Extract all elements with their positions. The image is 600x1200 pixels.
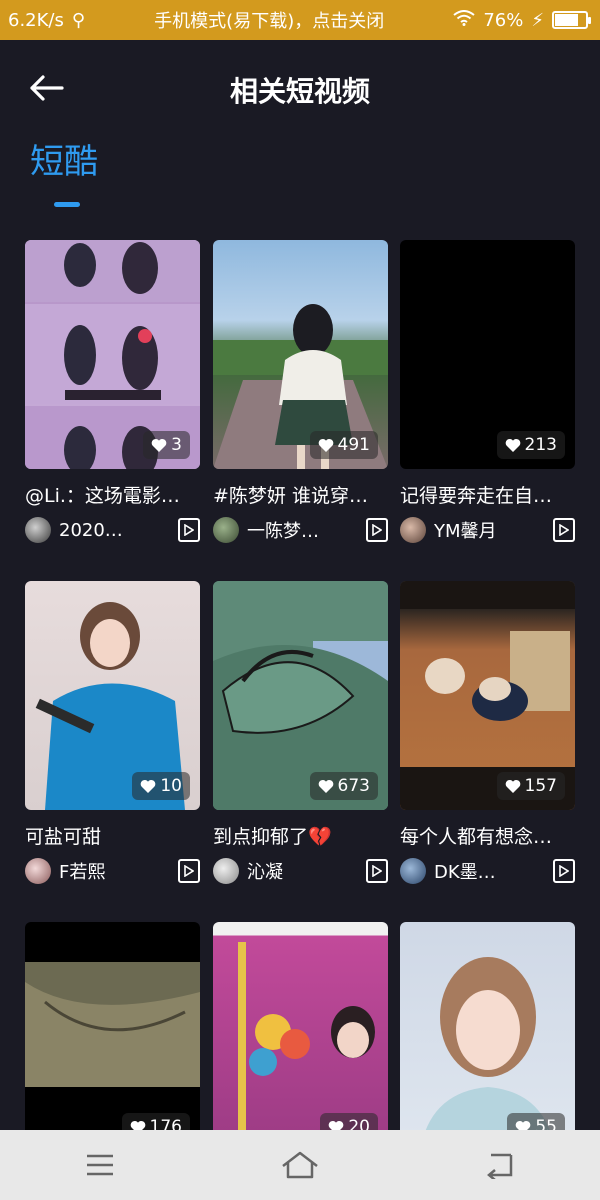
back-nav-button[interactable] bbox=[470, 1140, 530, 1190]
video-card[interactable]: 673 到点抑郁了💔 沁凝 bbox=[213, 581, 388, 885]
video-thumbnail[interactable]: 673 bbox=[213, 581, 388, 810]
avatar[interactable] bbox=[25, 517, 51, 543]
battery-percent: 76% bbox=[483, 9, 524, 31]
author-name[interactable]: 一陈梦… bbox=[247, 517, 319, 543]
video-thumbnail[interactable]: 213 bbox=[400, 240, 575, 469]
author-row: 一陈梦… bbox=[213, 516, 388, 544]
top-bar: 相关短视频 bbox=[0, 40, 600, 136]
video-card[interactable]: 157 每个人都有想念… DK墨… bbox=[400, 581, 575, 885]
video-card[interactable]: 10 可盐可甜 F若熙 bbox=[25, 581, 200, 885]
video-icon[interactable] bbox=[366, 518, 388, 542]
video-thumbnail[interactable]: 20 bbox=[213, 922, 388, 1151]
video-title: @Li.：这场電影… bbox=[25, 485, 180, 507]
like-count: 157 bbox=[524, 776, 557, 796]
like-count: 3 bbox=[171, 435, 182, 455]
video-card[interactable]: 55 bbox=[400, 922, 575, 1151]
like-count: 213 bbox=[524, 435, 557, 455]
battery-icon bbox=[551, 11, 591, 29]
home-button[interactable] bbox=[270, 1140, 330, 1190]
author-name[interactable]: YM馨月 bbox=[434, 517, 497, 543]
like-count-badge: 213 bbox=[496, 431, 565, 459]
video-title: 可盐可甜 bbox=[25, 826, 102, 848]
author-row: YM馨月 bbox=[400, 516, 575, 544]
author-row: 沁凝 bbox=[213, 857, 388, 885]
video-title: #陈梦妍 谁说穿… bbox=[213, 485, 368, 507]
author-name[interactable]: DK墨… bbox=[434, 858, 496, 884]
menu-button[interactable] bbox=[70, 1140, 130, 1190]
like-count-badge: 673 bbox=[309, 772, 378, 800]
video-card[interactable]: 3 @Li.：这场電影… 2020… bbox=[25, 240, 200, 544]
video-title: 记得要奔走在自… bbox=[400, 485, 553, 507]
tab-indicator bbox=[54, 202, 80, 207]
video-thumbnail[interactable]: 10 bbox=[25, 581, 200, 810]
mode-notice[interactable]: 手机模式(易下载)，点击关闭 bbox=[154, 7, 384, 33]
heart-icon bbox=[141, 779, 156, 793]
author-row: DK墨… bbox=[400, 857, 575, 885]
heart-icon bbox=[318, 779, 333, 793]
video-card[interactable]: 20 bbox=[213, 922, 388, 1151]
video-card[interactable]: 176 bbox=[25, 922, 200, 1151]
video-title: 到点抑郁了💔 bbox=[213, 826, 332, 848]
return-icon bbox=[487, 1153, 513, 1179]
video-card[interactable]: 213 记得要奔走在自… YM馨月 bbox=[400, 240, 575, 544]
like-count: 10 bbox=[160, 776, 182, 796]
video-icon[interactable] bbox=[178, 518, 200, 542]
like-count-badge: 157 bbox=[496, 772, 565, 800]
home-icon bbox=[282, 1151, 318, 1179]
wifi-icon bbox=[453, 9, 475, 31]
avatar[interactable] bbox=[400, 517, 426, 543]
like-count-badge: 491 bbox=[309, 431, 378, 459]
charging-icon: ⚡ bbox=[531, 9, 544, 31]
system-nav-bar bbox=[0, 1130, 600, 1200]
author-name[interactable]: 2020… bbox=[59, 520, 123, 541]
avatar[interactable] bbox=[213, 517, 239, 543]
heart-icon bbox=[151, 438, 167, 452]
menu-icon bbox=[87, 1154, 113, 1176]
author-row: 2020… bbox=[25, 516, 200, 544]
author-name[interactable]: 沁凝 bbox=[247, 858, 283, 884]
video-title: 每个人都有想念… bbox=[400, 826, 553, 848]
like-count: 491 bbox=[337, 435, 370, 455]
video-icon[interactable] bbox=[178, 859, 200, 883]
heart-icon bbox=[318, 438, 333, 452]
like-count-badge: 3 bbox=[143, 431, 190, 459]
tab-duanku[interactable]: 短酷 bbox=[30, 134, 98, 183]
video-icon[interactable] bbox=[553, 518, 575, 542]
like-count: 673 bbox=[337, 776, 370, 796]
video-thumbnail[interactable]: 3 bbox=[25, 240, 200, 469]
network-speed: 6.2K/s bbox=[8, 9, 64, 31]
video-thumbnail[interactable]: 55 bbox=[400, 922, 575, 1151]
like-count-badge: 10 bbox=[132, 772, 190, 800]
usb-icon: ⚲ bbox=[71, 9, 86, 31]
avatar[interactable] bbox=[25, 858, 51, 884]
video-icon[interactable] bbox=[366, 859, 388, 883]
status-bar[interactable]: 6.2K/s ⚲ 手机模式(易下载)，点击关闭 76% ⚡ bbox=[0, 0, 600, 40]
page-title: 相关短视频 bbox=[229, 75, 370, 108]
video-thumbnail[interactable]: 491 bbox=[213, 240, 388, 469]
heart-icon bbox=[505, 779, 520, 793]
author-row: F若熙 bbox=[25, 857, 200, 885]
video-icon[interactable] bbox=[553, 859, 575, 883]
heart-icon bbox=[505, 438, 520, 452]
video-card[interactable]: 491 #陈梦妍 谁说穿… 一陈梦… bbox=[213, 240, 388, 544]
author-name[interactable]: F若熙 bbox=[59, 858, 105, 884]
avatar[interactable] bbox=[213, 858, 239, 884]
video-thumbnail[interactable]: 157 bbox=[400, 581, 575, 810]
video-thumbnail[interactable]: 176 bbox=[25, 922, 200, 1151]
avatar[interactable] bbox=[400, 858, 426, 884]
